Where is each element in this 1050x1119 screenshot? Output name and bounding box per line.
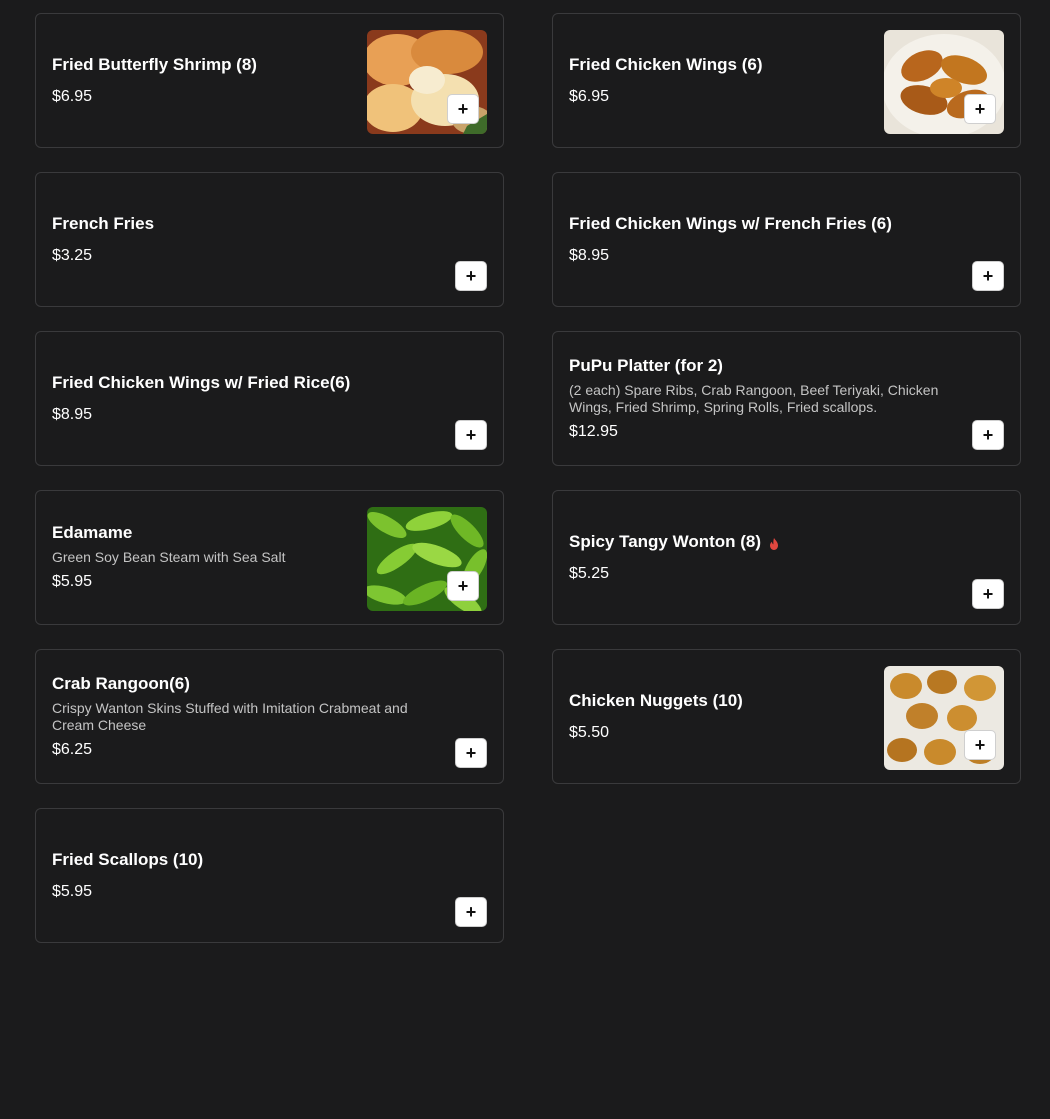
menu-item-card[interactable]: Fried Chicken Wings w/ Fried Rice(6) $8.… <box>35 331 504 466</box>
add-to-cart-button[interactable]: + <box>455 420 487 450</box>
menu-item-name: French Fries <box>52 213 155 233</box>
menu-item-info: French Fries $3.25 <box>52 173 443 306</box>
menu-item-name: Fried Scallops (10) <box>52 849 204 869</box>
menu-item-description: (2 each) Spare Ribs, Crab Rangoon, Beef … <box>569 381 939 415</box>
menu-item-description: Crispy Wanton Skins Stuffed with Imitati… <box>52 699 408 733</box>
plus-icon: + <box>974 99 986 119</box>
menu-item-info: Fried Chicken Wings w/ Fried Rice(6) $8.… <box>52 332 443 465</box>
menu-item-card[interactable]: Chicken Nuggets (10) $5.50 + <box>552 649 1021 784</box>
menu-item-info: Fried Butterfly Shrimp (8) $6.95 <box>52 14 363 147</box>
plus-icon: + <box>982 584 994 604</box>
menu-item-card[interactable]: Fried Butterfly Shrimp (8) $6.95 + <box>35 13 504 148</box>
menu-item-price: $6.25 <box>52 740 93 758</box>
plus-icon: + <box>982 425 994 445</box>
menu-item-description: Green Soy Bean Steam with Sea Salt <box>52 549 286 565</box>
menu-item-info: Fried Chicken Wings (6) $6.95 <box>569 14 880 147</box>
menu-item-info: Spicy Tangy Wonton (8) $5.25 <box>569 491 960 624</box>
plus-icon: + <box>465 743 477 763</box>
add-to-cart-button[interactable]: + <box>972 579 1004 609</box>
menu-item-name: Fried Chicken Wings w/ Fried Rice(6) <box>52 372 351 392</box>
add-to-cart-button[interactable]: + <box>964 94 996 124</box>
menu-item-price: $6.95 <box>52 87 93 105</box>
menu-item-card[interactable]: Crab Rangoon(6) Crispy Wanton Skins Stuf… <box>35 649 504 784</box>
menu-item-price: $5.95 <box>52 882 93 900</box>
plus-icon: + <box>982 266 994 286</box>
menu-item-price: $12.95 <box>569 422 618 440</box>
menu-item-name: Fried Butterfly Shrimp (8) <box>52 54 257 74</box>
menu-item-price: $6.95 <box>569 87 610 105</box>
menu-item-card[interactable]: Fried Scallops (10) $5.95 + <box>35 808 504 943</box>
menu-item-card[interactable]: Edamame Green Soy Bean Steam with Sea Sa… <box>35 490 504 625</box>
plus-icon: + <box>465 902 477 922</box>
add-to-cart-button[interactable]: + <box>455 738 487 768</box>
plus-icon: + <box>465 266 477 286</box>
menu-item-info: Edamame Green Soy Bean Steam with Sea Sa… <box>52 491 363 624</box>
plus-icon: + <box>974 735 986 755</box>
plus-icon: + <box>457 576 469 596</box>
plus-icon: + <box>465 425 477 445</box>
add-to-cart-button[interactable]: + <box>447 94 479 124</box>
menu-item-name: Edamame <box>52 523 133 542</box>
menu-item-name-row: Spicy Tangy Wonton (8) <box>569 531 960 553</box>
menu-item-card[interactable]: PuPu Platter (for 2) (2 each) Spare Ribs… <box>552 331 1021 466</box>
menu-item-price: $8.95 <box>52 405 93 423</box>
menu-item-info: Chicken Nuggets (10) $5.50 <box>569 650 880 783</box>
menu-item-info: Fried Scallops (10) $5.95 <box>52 809 443 942</box>
flame-icon <box>767 535 781 550</box>
add-to-cart-button[interactable]: + <box>455 261 487 291</box>
menu-item-price: $5.25 <box>569 564 610 582</box>
menu-item-name: Fried Chicken Wings w/ French Fries (6) <box>569 213 892 233</box>
menu-item-name: PuPu Platter (for 2) <box>569 355 723 375</box>
menu-item-card[interactable]: Spicy Tangy Wonton (8) $5.25 + <box>552 490 1021 625</box>
add-to-cart-button[interactable]: + <box>455 897 487 927</box>
menu-item-card[interactable]: Fried Chicken Wings w/ French Fries (6) … <box>552 172 1021 307</box>
menu-item-info: PuPu Platter (for 2) (2 each) Spare Ribs… <box>569 332 960 465</box>
menu-item-price: $5.50 <box>569 723 610 741</box>
add-to-cart-button[interactable]: + <box>972 261 1004 291</box>
menu-item-name: Crab Rangoon(6) <box>52 673 190 693</box>
add-to-cart-button[interactable]: + <box>447 571 479 601</box>
menu-item-card[interactable]: French Fries $3.25 + <box>35 172 504 307</box>
add-to-cart-button[interactable]: + <box>972 420 1004 450</box>
menu-grid: Fried Butterfly Shrimp (8) $6.95 + Fried… <box>35 13 1021 943</box>
menu-item-card[interactable]: Fried Chicken Wings (6) $6.95 + <box>552 13 1021 148</box>
menu-item-name: Spicy Tangy Wonton (8) <box>569 531 762 551</box>
menu-item-price: $3.25 <box>52 246 93 264</box>
menu-item-info: Fried Chicken Wings w/ French Fries (6) … <box>569 173 960 306</box>
menu-item-name: Chicken Nuggets (10) <box>569 690 743 710</box>
plus-icon: + <box>457 99 469 119</box>
menu-item-info: Crab Rangoon(6) Crispy Wanton Skins Stuf… <box>52 650 443 783</box>
add-to-cart-button[interactable]: + <box>964 730 996 760</box>
menu-item-price: $5.95 <box>52 573 93 590</box>
menu-item-price: $8.95 <box>569 246 610 264</box>
menu-item-name: Fried Chicken Wings (6) <box>569 54 763 74</box>
